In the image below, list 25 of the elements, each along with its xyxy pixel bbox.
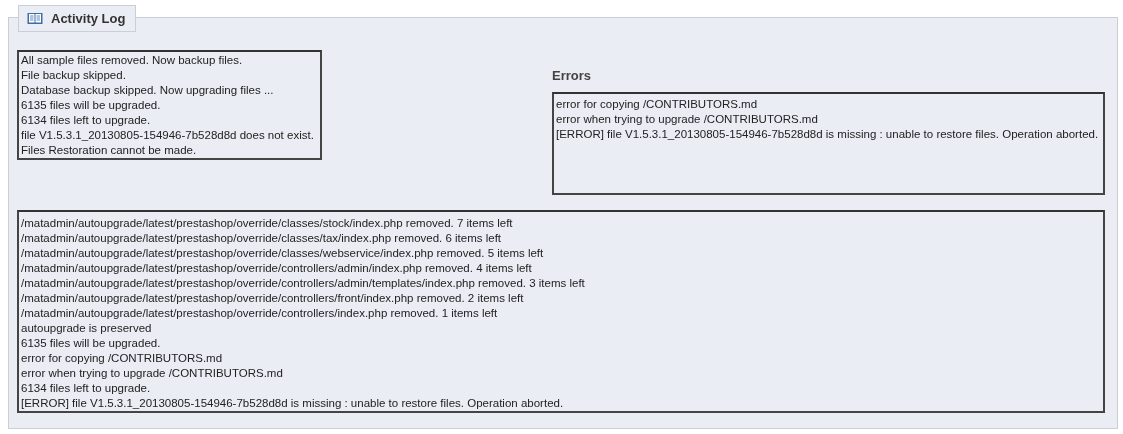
log-line: autoupgrade is preserved	[21, 321, 153, 336]
log-line: /matadmin/autoupgrade/latest/prestashop/override/classes/stock/index.php removed. 7 items left	[21, 216, 514, 231]
log-line: error for copying /CONTRIBUTORS.md	[21, 351, 224, 366]
book-icon	[27, 12, 43, 25]
log-line: /matadmin/autoupgrade/latest/prestashop/override/classes/tax/index.php removed. 6 items left	[21, 231, 503, 246]
log-line: 6134 files left to upgrade.	[21, 381, 152, 396]
log-line: 6134 files left to upgrade.	[21, 113, 152, 128]
log-line: error when trying to upgrade /CONTRIBUTORS.md	[21, 366, 284, 381]
panel-title: Activity Log	[51, 11, 126, 26]
log-line: 6135 files will be upgraded.	[21, 98, 162, 113]
log-line: /matadmin/autoupgrade/latest/prestashop/override/controllers/index.php removed. 1 items left	[21, 306, 499, 321]
log-line: 6135 files will be upgraded.	[21, 336, 162, 351]
log-line: /matadmin/autoupgrade/latest/prestashop/override/controllers/admin/index.php removed. 4 items left	[21, 261, 533, 276]
error-line: [ERROR] file V1.5.3.1_20130805-154946-7b528d8d is missing : unable to restore files. Operation aborted.	[556, 127, 1100, 142]
log-line: /matadmin/autoupgrade/latest/prestashop/override/classes/webservice/index.php removed. 5 items left	[21, 246, 545, 261]
log-line: All sample files removed. Now backup files.	[21, 53, 244, 68]
log-line: /matadmin/autoupgrade/latest/prestashop/override/controllers/front/index.php removed. 2 items left	[21, 291, 525, 306]
log-line: file V1.5.3.1_20130805-154946-7b528d8d does not exist. Files Restoration cannot be made.	[21, 128, 315, 158]
error-line: error for copying /CONTRIBUTORS.md	[556, 97, 759, 112]
errors-heading: Errors	[552, 68, 593, 83]
log-line: /matadmin/autoupgrade/latest/prestashop/override/controllers/admin/templates/index.php removed. 3 items left	[21, 276, 586, 291]
log-line: [ERROR] file V1.5.3.1_20130805-154946-7b528d8d is missing : unable to restore files. Operation aborted.	[21, 396, 565, 411]
error-line: error when trying to upgrade /CONTRIBUTORS.md	[556, 112, 819, 127]
log-line: File backup skipped.	[21, 68, 127, 83]
log-line: Database backup skipped. Now upgrading files ...	[21, 83, 275, 98]
